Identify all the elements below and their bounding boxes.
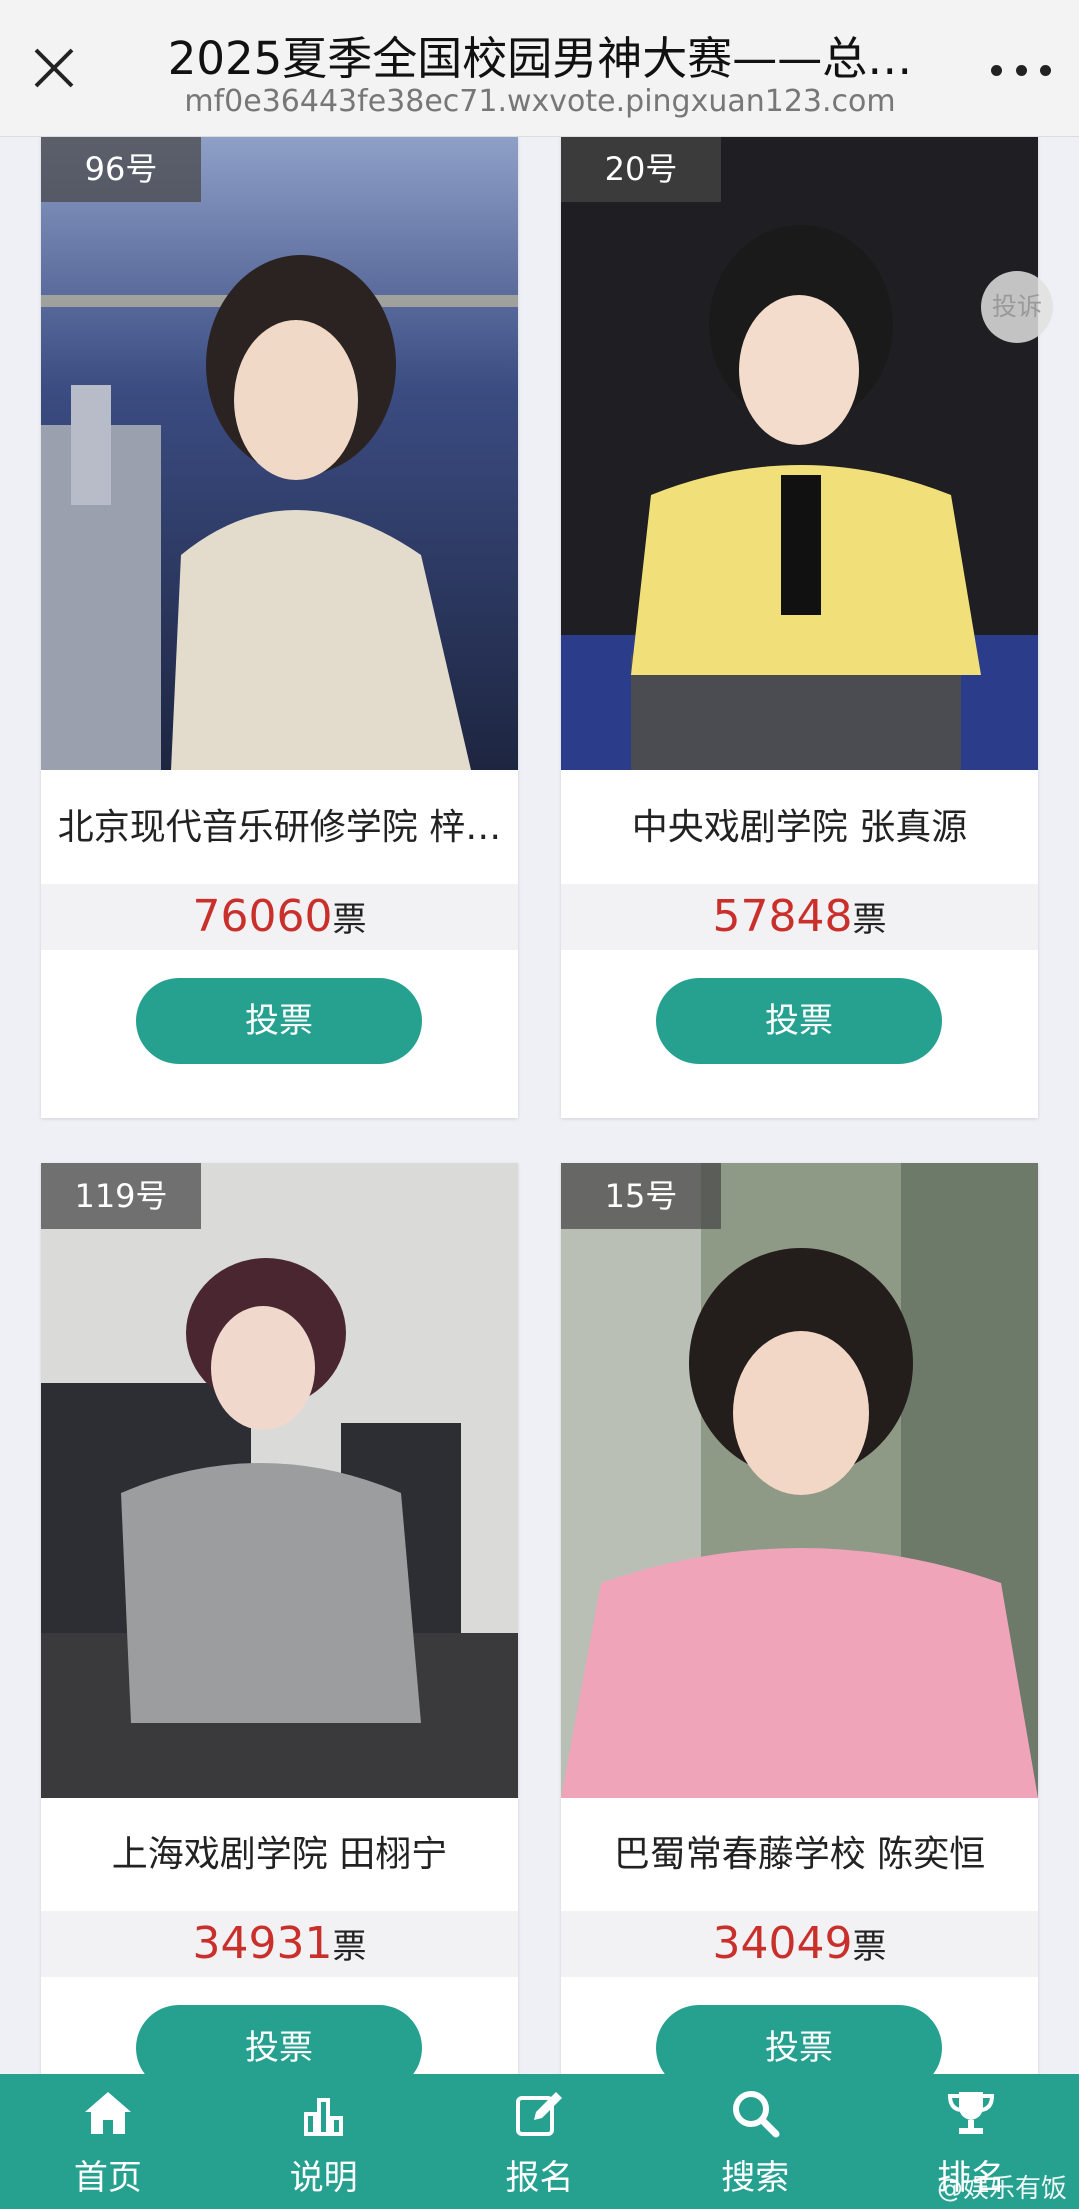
vote-count-number: 76060	[192, 891, 333, 942]
nav-item-label: 首页	[73, 2158, 142, 2198]
vote-count: 34049票	[561, 1911, 1038, 1977]
vote-count-unit: 票	[332, 1927, 367, 1967]
contestant-photo[interactable]	[561, 135, 1038, 770]
page-url: mf0e36443fe38ec71.wxvote.pingxuan123.com	[184, 84, 896, 119]
vote-count-unit: 票	[852, 900, 887, 940]
nav-item-info[interactable]: 说明	[216, 2074, 432, 2209]
vote-count-number: 34931	[192, 1918, 333, 1969]
contestant-number-badge: 119号	[41, 1163, 201, 1229]
trophy-icon	[948, 2092, 995, 2134]
vote-count-unit: 票	[332, 900, 367, 940]
contestant-name: 巴蜀常春藤学校 陈奕恒	[613, 1834, 986, 1875]
contestant-photo[interactable]	[41, 135, 518, 770]
home-icon	[84, 2092, 131, 2134]
search-icon	[733, 2091, 780, 2138]
contestant-card: 20号 中央戏剧学院 张真源 57848票 投票	[561, 135, 1038, 1118]
vote-count-number: 57848	[712, 891, 853, 942]
contestant-card: 96号 北京现代音乐研修学院 梓… 76060票 投票	[41, 135, 518, 1118]
contestant-card: 119号 上海戏剧学院 田栩宁 34931票 投票	[41, 1163, 518, 2145]
vote-count: 34931票	[41, 1911, 518, 1977]
contestant-photo[interactable]	[561, 1163, 1038, 1798]
nav-item-label: 说明	[289, 2158, 358, 2198]
bottom-nav: 首页 说明 报名 搜索 排名	[0, 2074, 1079, 2209]
vote-count-number: 34049	[712, 1918, 853, 1969]
contestant-name: 中央戏剧学院 张真源	[631, 807, 968, 848]
contestant-card: 15号 巴蜀常春藤学校 陈奕恒 34049票 投票	[561, 1163, 1038, 2145]
vote-count-unit: 票	[852, 1927, 887, 1967]
contestant-number-badge: 15号	[561, 1163, 721, 1229]
contestant-number-badge: 96号	[41, 136, 201, 202]
nav-item-search[interactable]: 搜索	[647, 2074, 863, 2209]
page-title: 2025夏季全国校园男神大赛——总…	[167, 32, 913, 85]
contestant-number-badge: 20号	[561, 136, 721, 202]
nav-item-label: 搜索	[721, 2158, 790, 2198]
close-icon[interactable]	[28, 42, 80, 94]
watermark: @娱乐有饭	[936, 2174, 1067, 2204]
contestant-name: 上海戏剧学院 田栩宁	[111, 1834, 448, 1875]
nav-item-signup[interactable]: 报名	[432, 2074, 648, 2209]
vote-button[interactable]: 投票	[136, 978, 422, 1064]
nav-item-home[interactable]: 首页	[0, 2074, 216, 2209]
edit-icon	[516, 2092, 563, 2136]
contestant-photo[interactable]	[41, 1163, 518, 1798]
nav-item-label: 报名	[505, 2158, 574, 2198]
vote-count: 57848票	[561, 884, 1038, 950]
bar-chart-icon	[303, 2098, 343, 2136]
vote-button[interactable]: 投票	[656, 978, 942, 1064]
browser-header: 2025夏季全国校园男神大赛——总… mf0e36443fe38ec71.wxv…	[0, 0, 1079, 137]
vote-count: 76060票	[41, 884, 518, 950]
contestant-name: 北京现代音乐研修学院 梓…	[57, 807, 502, 848]
more-options-icon[interactable]	[991, 40, 1051, 100]
complaint-button[interactable]: 投诉	[981, 271, 1053, 343]
